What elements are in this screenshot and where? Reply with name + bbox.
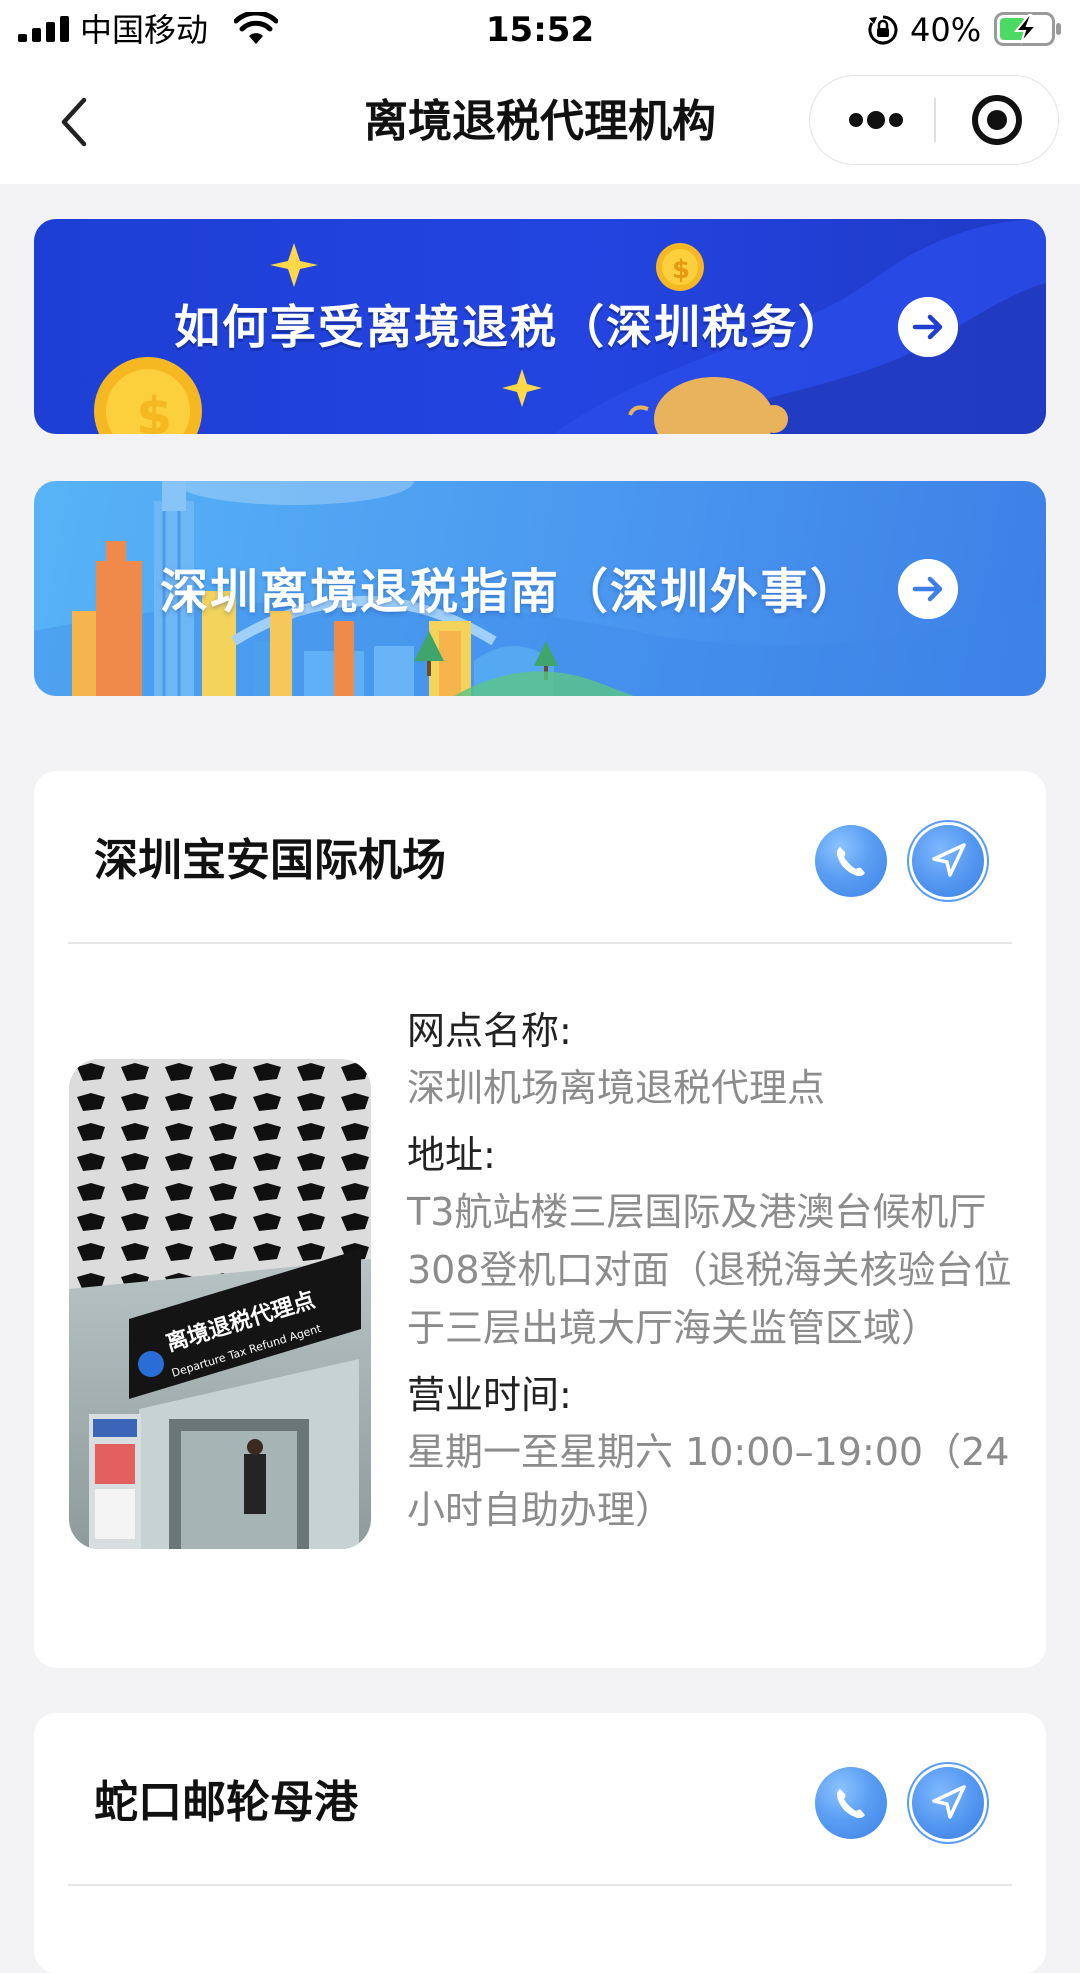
- airport-photo-illustration: 离境退税代理点 Departure Tax Refund Agent: [69, 1059, 371, 1549]
- phone-icon: [836, 847, 865, 877]
- navigation-arrow-icon: [932, 1785, 966, 1819]
- agency-name: 蛇口邮轮母港: [94, 1777, 358, 1828]
- card-divider: [68, 942, 1012, 944]
- field-label: 地址:: [407, 1133, 496, 1177]
- agency-name: 深圳宝安国际机场: [94, 835, 446, 886]
- navigate-button[interactable]: [912, 825, 984, 897]
- more-options-button[interactable]: [810, 76, 934, 164]
- agency-photo: 离境退税代理点 Departure Tax Refund Agent: [69, 1059, 371, 1549]
- agency-details: 网点名称: 深圳机场离境退税代理点 地址: T3航站楼三层国际及港澳台候机厅30…: [407, 1003, 1017, 1549]
- call-button[interactable]: [815, 1767, 887, 1839]
- outlet-address: T3航站楼三层国际及港澳台候机厅308登机口对面（退税海关核验台位于三层出境大厅…: [407, 1190, 1012, 1350]
- rotation-lock-icon: [868, 15, 898, 45]
- status-bar: 中国移动 15:52 40%: [0, 0, 1080, 60]
- field-label: 营业时间:: [407, 1373, 572, 1417]
- navigate-button[interactable]: [912, 1767, 984, 1839]
- close-miniprogram-button[interactable]: [936, 76, 1058, 164]
- mini-program-capsule: [809, 75, 1059, 165]
- tax-refund-guide-banner[interactable]: 深圳离境退税指南（深圳外事）: [34, 481, 1046, 696]
- battery-percent: 40%: [910, 11, 982, 49]
- outlet-name: 深圳机场离境退税代理点: [407, 1066, 826, 1110]
- navigation-arrow-icon: [932, 843, 966, 877]
- banner-title: 深圳离境退税指南（深圳外事）: [159, 564, 860, 620]
- tax-refund-howto-banner[interactable]: $ $ 如何享受离境退税（深圳税务）: [34, 219, 1046, 434]
- call-button[interactable]: [815, 825, 887, 897]
- agency-card: 蛇口邮轮母港: [34, 1713, 1046, 1973]
- banner-title: 如何享受离境退税（深圳税务）: [174, 300, 846, 354]
- field-label: 网点名称:: [407, 1009, 572, 1053]
- svg-text:$: $: [136, 387, 172, 434]
- business-hours: 星期一至星期六 10:00–19:00（24小时自助办理）: [407, 1430, 1010, 1532]
- card-divider: [68, 1884, 1012, 1886]
- arrow-right-icon: [898, 297, 958, 357]
- arrow-right-icon: [898, 559, 958, 619]
- battery-charging-icon: [994, 12, 1061, 46]
- svg-text:$: $: [672, 255, 690, 285]
- navigation-bar: 离境退税代理机构: [0, 60, 1080, 184]
- agency-card: 深圳宝安国际机场 离境退税代理点 Departure Tax Refund Ag…: [34, 771, 1046, 1668]
- phone-icon: [836, 1789, 865, 1819]
